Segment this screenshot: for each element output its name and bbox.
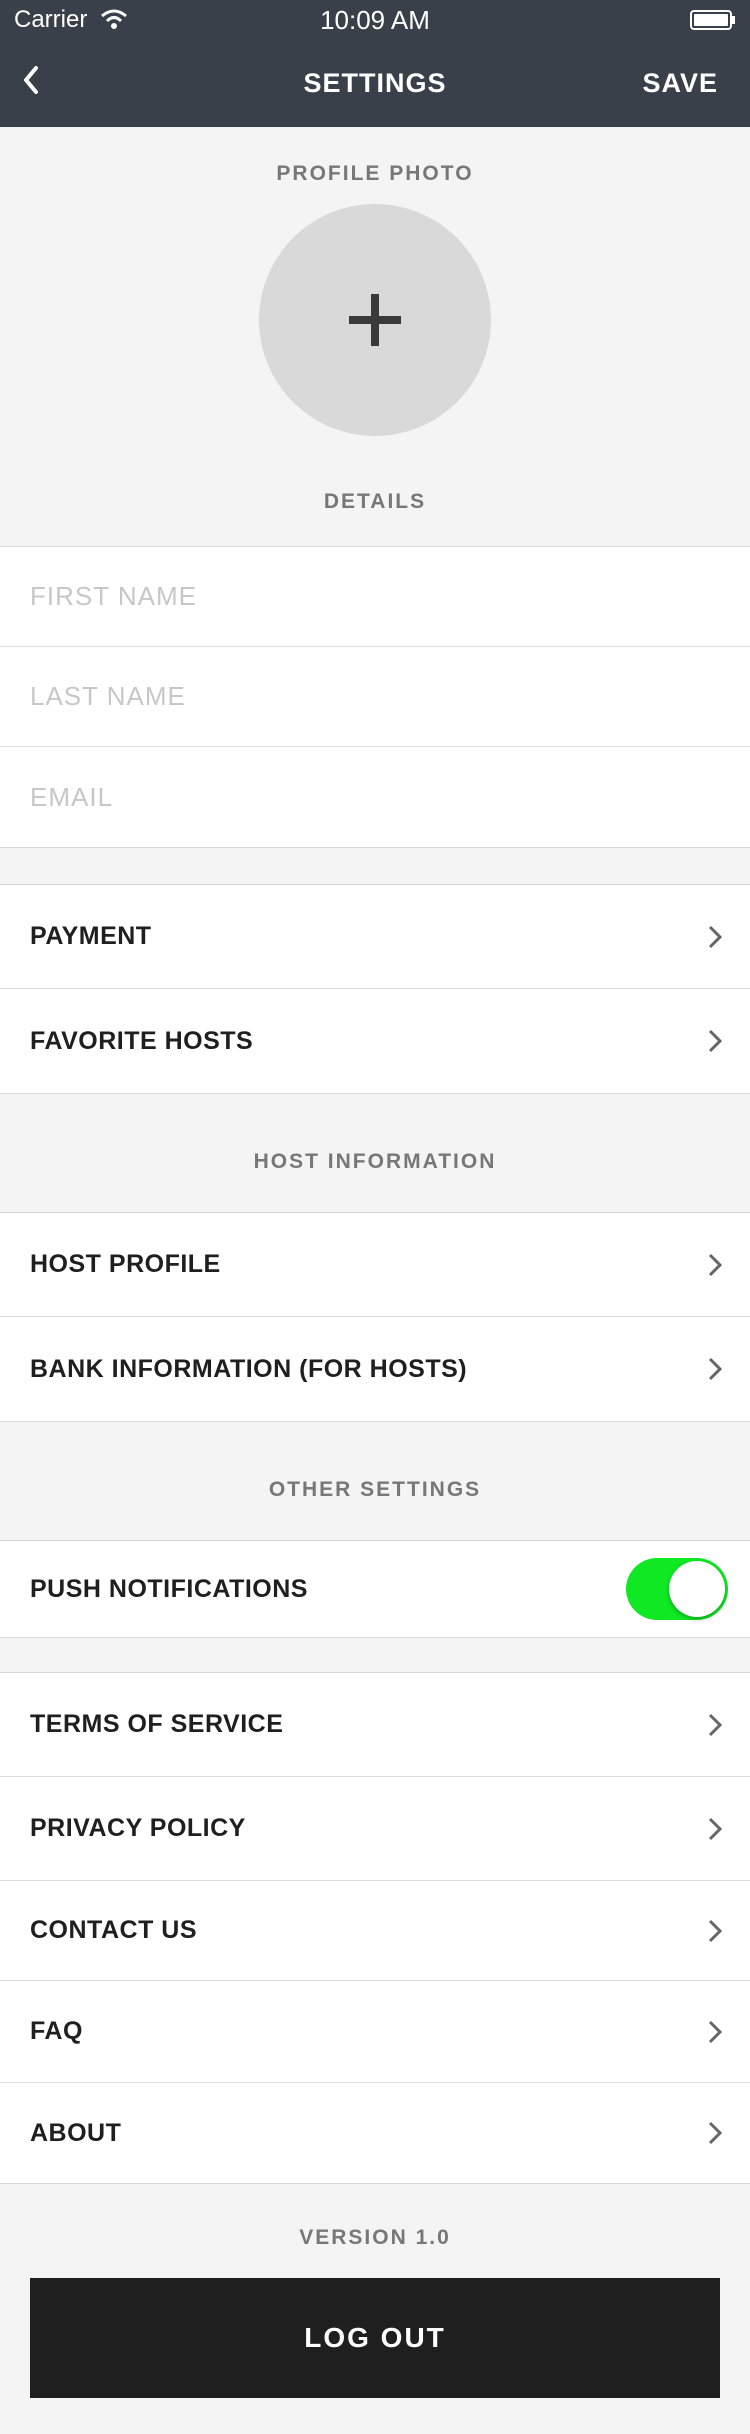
account-group: PAYMENT FAVORITE HOSTS: [0, 884, 750, 1094]
toggle-knob: [669, 1561, 725, 1617]
faq-label: FAQ: [30, 2017, 83, 2045]
other-settings-label: OTHER SETTINGS: [268, 1478, 482, 1501]
status-bar: Carrier 10:09 AM: [0, 0, 750, 40]
chevron-right-icon: [708, 1357, 722, 1381]
push-notifications-toggle[interactable]: [626, 1558, 728, 1620]
about-row[interactable]: ABOUT: [0, 2083, 750, 2183]
push-notifications-label: PUSH NOTIFICATIONS: [30, 1574, 308, 1603]
chevron-right-icon: [708, 1713, 722, 1736]
favorite-hosts-row[interactable]: FAVORITE HOSTS: [0, 989, 750, 1093]
about-label: ABOUT: [30, 2118, 122, 2147]
last-name-field[interactable]: [30, 647, 710, 746]
notifications-group: PUSH NOTIFICATIONS: [0, 1540, 750, 1638]
chevron-right-icon: [708, 1919, 722, 1942]
battery-icon: [690, 10, 735, 30]
version-label: VERSION 1.0: [299, 2226, 451, 2249]
payment-row[interactable]: PAYMENT: [0, 885, 750, 989]
chevron-right-icon: [708, 2020, 722, 2043]
status-time: 10:09 AM: [320, 5, 430, 35]
chevron-right-icon: [708, 1817, 722, 1840]
page-title: SETTINGS: [303, 68, 447, 98]
email-row: [0, 747, 750, 847]
chevron-right-icon: [708, 925, 722, 948]
contact-us-row[interactable]: CONTACT US: [0, 1881, 750, 1981]
contact-us-label: CONTACT US: [30, 1916, 198, 1944]
payment-label: PAYMENT: [30, 922, 152, 950]
host-profile-row[interactable]: HOST PROFILE: [0, 1213, 750, 1317]
push-notifications-row: PUSH NOTIFICATIONS: [0, 1541, 750, 1637]
bank-information-row[interactable]: BANK INFORMATION (FOR HOSTS): [0, 1317, 750, 1421]
save-button[interactable]: SAVE: [642, 68, 718, 99]
bank-information-label: BANK INFORMATION (FOR HOSTS): [30, 1354, 468, 1383]
details-label: DETAILS: [323, 490, 427, 513]
email-field[interactable]: [30, 747, 710, 847]
first-name-row: [0, 547, 750, 647]
info-group: TERMS OF SERVICE PRIVACY POLICY CONTACT …: [0, 1672, 750, 2184]
chevron-right-icon: [708, 2121, 722, 2145]
privacy-policy-label: PRIVACY POLICY: [30, 1814, 246, 1842]
host-information-label: HOST INFORMATION: [253, 1150, 497, 1173]
first-name-field[interactable]: [30, 547, 710, 646]
faq-row[interactable]: FAQ: [0, 1981, 750, 2083]
host-profile-label: HOST PROFILE: [30, 1250, 221, 1278]
host-group: HOST PROFILE BANK INFORMATION (FOR HOSTS…: [0, 1212, 750, 1422]
add-photo-button[interactable]: [259, 204, 491, 436]
details-group: [0, 546, 750, 848]
navigation-bar: SETTINGS SAVE: [0, 40, 750, 127]
terms-of-service-row[interactable]: TERMS OF SERVICE: [0, 1673, 750, 1777]
privacy-policy-row[interactable]: PRIVACY POLICY: [0, 1777, 750, 1881]
favorite-hosts-label: FAVORITE HOSTS: [30, 1026, 254, 1055]
profile-photo-label: PROFILE PHOTO: [276, 162, 474, 185]
chevron-right-icon: [708, 1029, 722, 1053]
chevron-right-icon: [708, 1253, 722, 1276]
last-name-row: [0, 647, 750, 747]
terms-of-service-label: TERMS OF SERVICE: [30, 1710, 284, 1738]
log-out-button[interactable]: LOG OUT: [30, 2278, 720, 2398]
plus-icon: [349, 294, 401, 346]
